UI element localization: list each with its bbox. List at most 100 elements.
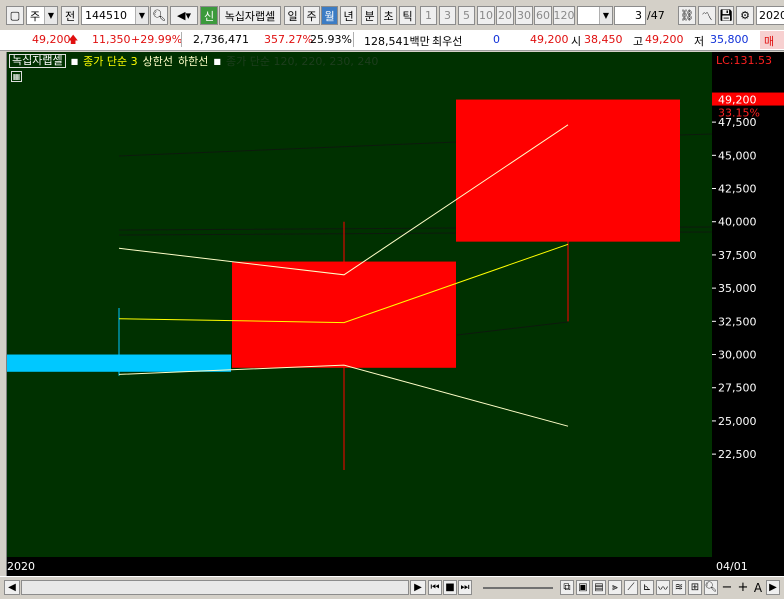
high-value: 49,200 [645, 33, 684, 46]
page-total: /47 [647, 9, 665, 22]
quote-bar: 49,200 🡅 11,350 +29.99% 2,736,471 357.27… [0, 30, 784, 51]
sin-badge: 신 [200, 6, 218, 25]
plus-icon[interactable]: + [736, 580, 750, 595]
stock-name: 녹십자랩셀 [219, 6, 281, 25]
tab-week[interactable]: 주 [303, 6, 320, 25]
price-tick-label: 37,500 [718, 249, 757, 262]
draw-icon[interactable]: ⟋ [624, 580, 638, 595]
gear-icon[interactable]: ⚙ [736, 6, 754, 25]
amount: 128,541백만 [364, 35, 430, 48]
legend: 녹십자랩셀 ■ 종가 단순 3 상한선 하한선 ■ 종가 단순 120, 220… [9, 54, 378, 68]
candle-body [7, 354, 231, 372]
price-axis-svg: 47,50045,00042,50040,00037,50035,00032,5… [712, 54, 784, 461]
stop-icon[interactable]: ■ [443, 580, 457, 595]
price-tick-label: 32,500 [718, 315, 757, 328]
grid-icon[interactable]: ⊞ [688, 580, 702, 595]
price-tick-label: 45,000 [718, 149, 757, 162]
scroll-right-end-icon[interactable]: ▶ [766, 580, 780, 595]
tab-minute[interactable]: 분 [361, 6, 378, 25]
tab-day[interactable]: 일 [284, 6, 301, 25]
price-tick-label: 40,000 [718, 216, 757, 229]
tab-month[interactable]: 월 [321, 6, 338, 25]
copy-icon[interactable]: ⧉ [560, 580, 574, 595]
interval-3[interactable]: 3 [439, 6, 456, 25]
layout-icon[interactable]: ▤ [592, 580, 606, 595]
tab-year[interactable]: 년 [340, 6, 357, 25]
chart-area[interactable] [7, 52, 712, 557]
change: 11,350 [92, 33, 131, 46]
interval-10[interactable]: 10 [477, 6, 495, 25]
speaker-icon[interactable]: ◀▾ [170, 6, 198, 25]
zoom-in-icon[interactable]: 🔍︎ [704, 580, 718, 595]
legend-bullet: ■ [70, 56, 79, 66]
price-tick-label: 30,000 [718, 349, 757, 362]
divider [181, 32, 182, 47]
save-icon[interactable]: 💾︎ [718, 6, 734, 25]
code-input[interactable]: 144510 ▼ [81, 6, 149, 25]
page-input[interactable]: 3 [614, 6, 646, 25]
chart-type-icon[interactable]: 〽 [698, 6, 716, 25]
market-select[interactable]: 주 ▼ [26, 6, 58, 25]
interval-1[interactable]: 1 [420, 6, 437, 25]
market-select-value: 주 [30, 9, 41, 23]
search-icon[interactable]: 🔍︎ [150, 6, 168, 25]
measure-icon[interactable]: ⊾ [640, 580, 654, 595]
current-price-label: 49,200 [718, 94, 757, 107]
date-axis-left: 2020 [7, 560, 35, 573]
divider [353, 32, 354, 47]
date-axis-right: 04/01 [716, 560, 748, 573]
forward-icon[interactable]: ⏭ [458, 580, 472, 595]
rewind-icon[interactable]: ⏮ [428, 580, 442, 595]
interval-120[interactable]: 120 [553, 6, 575, 25]
chevron-down-icon: ▼ [135, 7, 148, 24]
change-pct: +29.99% [131, 33, 183, 46]
horizontal-scrollbar[interactable] [21, 580, 409, 595]
trend-icon[interactable]: 〰 [656, 580, 670, 595]
legend-stock-name: 녹십자랩셀 [9, 54, 66, 68]
toolbar: ▢ 주 ▼ 전 144510 ▼ 🔍︎ ◀▾ 신 녹십자랩셀 일 주 월 년 분… [0, 0, 784, 31]
legend-bullet: ■ [213, 56, 221, 66]
price-tick-label: 22,500 [718, 448, 757, 461]
last-price: 49,200 [530, 33, 569, 46]
volume-pct: 357.27% [264, 33, 313, 46]
zoom-slider[interactable] [478, 580, 558, 595]
low-label: 저 [694, 35, 705, 48]
buy-label: 매 [764, 35, 775, 48]
scroll-right-arrow-icon[interactable]: ▶ [410, 580, 426, 595]
interval-60[interactable]: 60 [534, 6, 552, 25]
interval-custom-select[interactable]: ▼ [577, 6, 613, 25]
interval-30[interactable]: 30 [515, 6, 533, 25]
scroll-left-arrow-icon[interactable]: ◀ [4, 580, 20, 595]
open-value: 38,450 [584, 33, 623, 46]
code-input-value: 144510 [85, 9, 127, 22]
minus-icon[interactable]: − [720, 580, 734, 595]
year-select[interactable]: 2020 [756, 6, 784, 25]
lc-label: LC:131.53 [716, 54, 772, 67]
buy-tab[interactable]: 매 [760, 31, 784, 49]
prev-button[interactable]: 전 [61, 6, 79, 25]
fibo-icon[interactable]: ≋ [672, 580, 686, 595]
price-tick-label: 35,000 [718, 282, 757, 295]
legend-lower: 하한선 [178, 55, 209, 68]
table-icon[interactable]: ▦ [11, 71, 22, 82]
tab-tick[interactable]: 틱 [399, 6, 416, 25]
window-icon[interactable]: ▢ [6, 6, 24, 25]
chevron-down-icon: ▼ [44, 7, 57, 24]
link-icon[interactable]: ⛓ [678, 6, 696, 25]
interval-5[interactable]: 5 [458, 6, 475, 25]
interval-20[interactable]: 20 [496, 6, 514, 25]
price-axis: 47,500 45,000 42,500 40,000 37,500 35,000 32,5… [712, 52, 784, 557]
volume: 2,736,471 [193, 33, 249, 46]
indicator-icon[interactable]: ⫸ [608, 580, 622, 595]
left-splitter[interactable] [0, 52, 7, 576]
price-chart[interactable] [7, 52, 712, 557]
best-label: 최우선 [432, 35, 463, 48]
window-split-icon[interactable]: ▣ [576, 580, 590, 595]
low-value: 35,800 [710, 33, 749, 46]
current-price-pct: 33.15% [718, 107, 760, 120]
legend-upper: 상한선 [142, 55, 174, 68]
open-label: 시 [571, 35, 582, 48]
tab-second[interactable]: 초 [380, 6, 397, 25]
high-label: 고 [633, 35, 644, 48]
scale-icon[interactable]: A [751, 580, 765, 595]
